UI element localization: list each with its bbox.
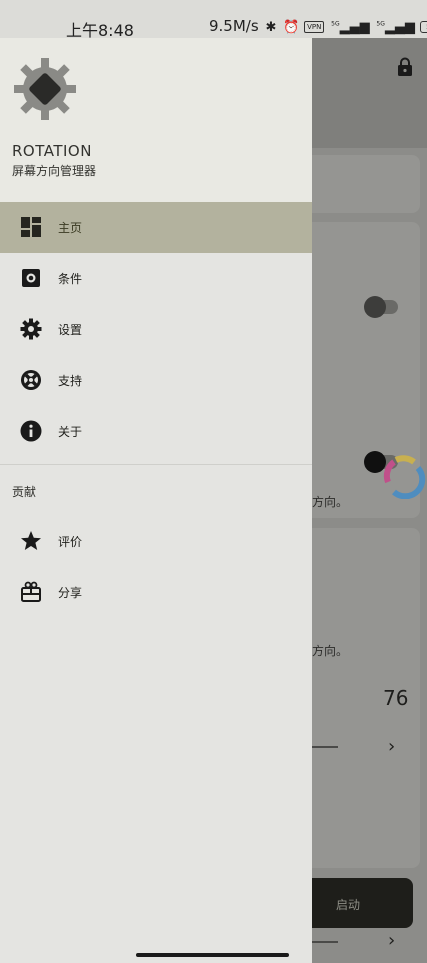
nav-item-label: 设置	[58, 323, 83, 337]
alarm-icon: ⏰	[283, 20, 300, 35]
nav-item-label: 主页	[58, 221, 83, 235]
status-bar: 上午8:48 9.5M/s ✱ ⏰ VPN 5G▂▄▆ 5G▂▄▆ 56	[0, 0, 427, 40]
star-icon	[21, 531, 41, 550]
chevron-right-icon[interactable]: ›	[388, 930, 395, 951]
signal-icon-2: 5G▂▄▆	[376, 20, 415, 35]
conditions-icon	[22, 269, 40, 287]
nav-item-label: 支持	[58, 374, 83, 388]
nav-item-label: 分享	[58, 586, 83, 600]
drawer-header: ROTATION 屏幕方向管理器	[0, 38, 312, 202]
nav-item-label: 关于	[58, 425, 83, 439]
nav-item-share[interactable]: 分享	[0, 567, 312, 618]
navigation-drawer: ROTATION 屏幕方向管理器 主页 条件 设置 支持 关于 贡献 评价 分享	[0, 38, 312, 963]
nav-item-label: 条件	[58, 272, 83, 286]
nav-item-settings[interactable]: 设置	[0, 304, 312, 355]
background-number: 76	[383, 686, 409, 710]
lifebuoy-icon	[21, 370, 41, 390]
sim1-label: 5G	[331, 20, 340, 28]
vpn-badge: VPN	[304, 20, 325, 33]
nav-item-support[interactable]: 支持	[0, 355, 312, 406]
settings-gear-icon	[20, 318, 42, 340]
battery-icon: 56	[419, 20, 427, 33]
nav-item-about[interactable]: 关于	[0, 406, 312, 457]
nav-item-home[interactable]: 主页	[0, 202, 312, 253]
app-title: ROTATION	[12, 142, 92, 160]
chevron-right-icon[interactable]: ›	[388, 736, 395, 757]
status-time: 上午8:48	[66, 21, 134, 40]
home-indicator[interactable]	[136, 953, 289, 957]
background-text-1: 方向。	[312, 495, 349, 509]
dashboard-icon	[21, 217, 41, 237]
background-text-2: 方向。	[312, 644, 349, 658]
section-title-contribute: 贡献	[12, 485, 37, 499]
start-button[interactable]: 启动	[300, 878, 413, 928]
status-icons: 9.5M/s ✱ ⏰ VPN 5G▂▄▆ 5G▂▄▆ 56	[209, 17, 427, 35]
bluetooth-icon: ✱	[265, 20, 277, 35]
nav-item-rate[interactable]: 评价	[0, 516, 312, 567]
background-progress-line	[312, 746, 338, 748]
loading-spinner-icon	[383, 455, 426, 499]
app-subtitle: 屏幕方向管理器	[12, 164, 97, 178]
share-gift-icon	[21, 581, 41, 602]
start-button-label: 启动	[336, 898, 361, 912]
lock-icon[interactable]	[396, 57, 414, 77]
rotation-logo-icon	[14, 58, 76, 120]
background-card-1	[300, 155, 420, 213]
background-toggle-1[interactable]	[364, 296, 398, 318]
nav-item-conditions[interactable]: 条件	[0, 253, 312, 304]
sim2-label: 5G	[376, 20, 385, 28]
signal-icon: 5G▂▄▆	[331, 20, 370, 35]
background-progress-line-2	[312, 941, 338, 943]
network-speed: 9.5M/s	[209, 17, 259, 35]
drawer-divider	[0, 464, 312, 465]
info-icon	[20, 420, 42, 442]
nav-item-label: 评价	[58, 535, 83, 549]
